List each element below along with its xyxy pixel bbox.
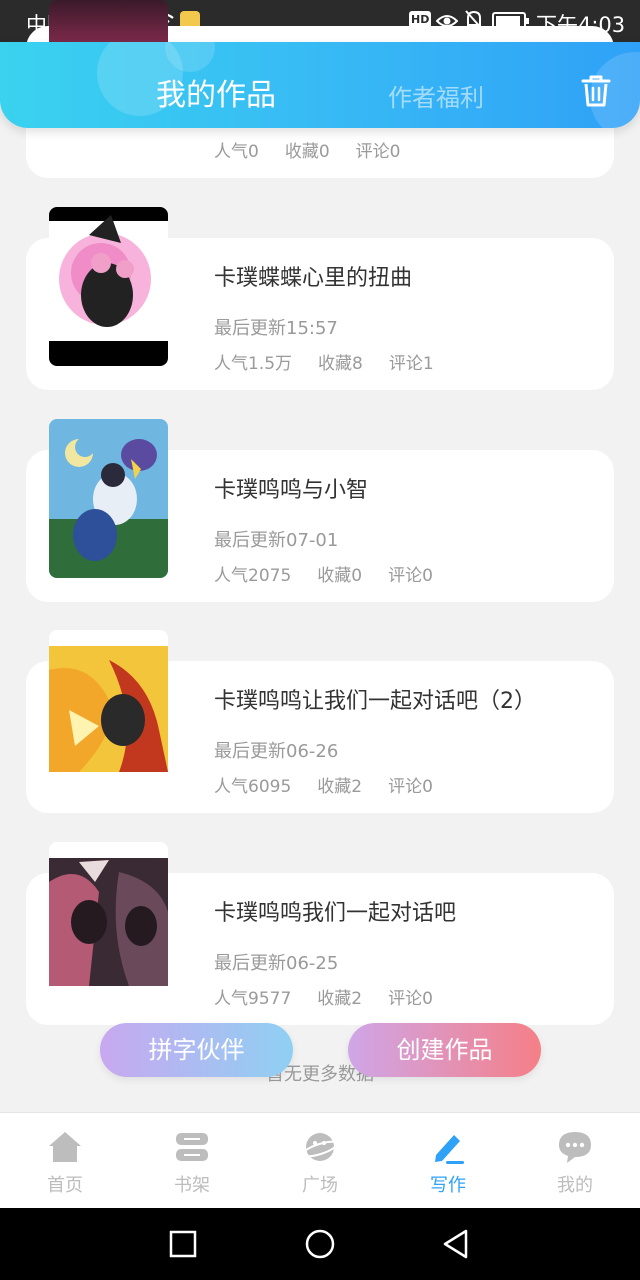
- last-updated: 最后更新15:57: [214, 318, 338, 339]
- comments-count: 评论0: [355, 142, 401, 162]
- nav-label: 广场: [302, 1175, 338, 1196]
- nav-item-write[interactable]: 写作: [384, 1113, 512, 1209]
- nav-item-square[interactable]: 广场: [256, 1113, 384, 1209]
- work-title: 卡璞鸣鸣与小智: [214, 478, 369, 503]
- work-title: 卡璞蝶蝶心里的扭曲: [214, 266, 413, 291]
- writing-partner-button[interactable]: 拼字伙伴: [100, 1023, 293, 1077]
- app-header: 我的作品 作者福利: [0, 42, 640, 128]
- last-updated: 最后更新06-25: [214, 953, 339, 974]
- create-work-button[interactable]: 创建作品: [348, 1023, 541, 1077]
- favorites-count: 收藏8: [318, 354, 363, 374]
- home-button-icon[interactable]: [304, 1228, 336, 1260]
- last-updated: 最后更新06-26: [214, 741, 339, 762]
- nav-item-bookshelf[interactable]: 书架: [128, 1113, 256, 1209]
- work-cover-image[interactable]: [49, 207, 168, 366]
- favorites-count: 收藏2: [317, 989, 363, 1009]
- system-navigation-bar: [0, 1208, 640, 1280]
- popularity-count: 人气9577: [214, 989, 292, 1009]
- list-end-message: 暂无更多数据: [266, 1064, 374, 1085]
- popularity-count: 人气0: [214, 142, 259, 162]
- last-updated: 最后更新07-01: [214, 530, 339, 551]
- nav-item-mine[interactable]: 我的: [511, 1113, 639, 1209]
- work-cover-image[interactable]: [49, 842, 168, 1001]
- comments-count: 评论0: [388, 777, 433, 797]
- favorites-count: 收藏0: [284, 142, 330, 162]
- work-stats: 人气1.5万 收藏8 评论1: [214, 349, 460, 374]
- comments-count: 评论0: [388, 989, 433, 1009]
- bottom-nav: 首页 书架 广场 写作 我的: [0, 1112, 640, 1208]
- trash-icon[interactable]: [580, 74, 612, 108]
- popularity-count: 人气6095: [214, 777, 292, 797]
- home-icon: [49, 1132, 81, 1162]
- favorites-count: 收藏2: [317, 777, 363, 797]
- work-stats: 人气6095 收藏2 评论0: [214, 772, 459, 797]
- pen-icon: [435, 1135, 464, 1164]
- work-title: 卡璞鸣鸣让我们一起对话吧（2）: [214, 689, 536, 714]
- tab-my-works[interactable]: 我的作品: [156, 70, 276, 114]
- chat-bubble-icon: [559, 1132, 591, 1163]
- work-stats: 人气2075 收藏0 评论0: [214, 561, 459, 586]
- bookshelf-icon: [176, 1133, 208, 1161]
- nav-label: 首页: [47, 1175, 83, 1196]
- work-stats: 人气0 收藏0 评论0: [214, 137, 426, 162]
- recent-apps-icon[interactable]: [167, 1228, 199, 1260]
- favorites-count: 收藏0: [317, 566, 363, 586]
- work-cover-image[interactable]: [49, 419, 168, 578]
- back-icon[interactable]: [440, 1228, 472, 1260]
- work-title: 卡璞鸣鸣我们一起对话吧: [214, 901, 457, 926]
- popularity-count: 人气2075: [214, 566, 292, 586]
- nav-label: 我的: [557, 1175, 593, 1196]
- work-cover-image[interactable]: [49, 630, 168, 789]
- nav-item-home[interactable]: 首页: [1, 1113, 129, 1209]
- popularity-count: 人气1.5万: [214, 354, 293, 374]
- nav-label: 书架: [174, 1175, 210, 1196]
- comments-count: 评论1: [388, 354, 434, 374]
- nav-label: 写作: [430, 1175, 466, 1196]
- comments-count: 评论0: [388, 566, 433, 586]
- tab-author-benefits[interactable]: 作者福利: [388, 78, 484, 113]
- planet-icon: [302, 1133, 338, 1161]
- work-stats: 人气9577 收藏2 评论0: [214, 984, 459, 1009]
